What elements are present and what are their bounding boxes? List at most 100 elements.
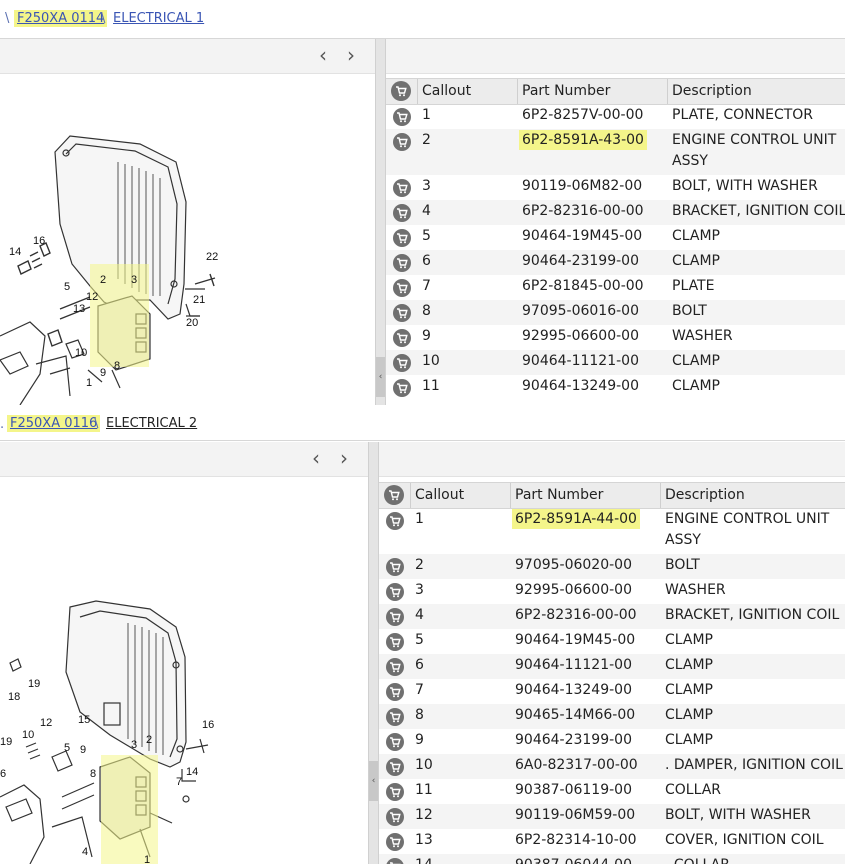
cart-icon[interactable]: [393, 329, 411, 347]
header-part-number[interactable]: Part Number: [515, 487, 603, 503]
cart-icon[interactable]: [386, 658, 404, 676]
part-number[interactable]: 90464-19M45-00: [515, 632, 635, 648]
cart-icon[interactable]: [393, 108, 411, 126]
cart-icon[interactable]: [386, 583, 404, 601]
cart-icon[interactable]: [386, 633, 404, 651]
part-number[interactable]: 90119-06M59-00: [515, 807, 635, 823]
part-number-cell[interactable]: 90119-06M59-00: [515, 807, 635, 823]
part-number-cell[interactable]: 6P2-82316-00-00: [522, 203, 644, 219]
cart-icon[interactable]: [393, 179, 411, 197]
cart-icon[interactable]: [386, 558, 404, 576]
table-row[interactable]: 5 90464-19M45-00 CLAMP: [386, 225, 845, 250]
table-row[interactable]: 10 90464-11121-00 CLAMP: [386, 350, 845, 375]
part-number-cell[interactable]: 97095-06016-00: [522, 303, 639, 319]
cart-icon[interactable]: [391, 81, 411, 101]
table-row[interactable]: 4 6P2-82316-00-00 BRACKET, IGNITION COIL: [386, 200, 845, 225]
parts-diagram[interactable]: 16 14 5 1213 2 3 22 21 20 10 1 98: [0, 74, 375, 405]
table-row[interactable]: 2 6P2-8591A-43-00 ENGINE CONTROL UNIT ASSY: [386, 129, 845, 175]
chevron-left-icon[interactable]: ‹: [306, 448, 326, 470]
part-number[interactable]: 97095-06016-00: [522, 303, 639, 319]
table-row[interactable]: 9 90464-23199-00 CLAMP: [379, 729, 845, 754]
table-row[interactable]: 14 90387-06044-00 . COLLAR: [379, 854, 845, 864]
part-number-cell[interactable]: 90464-23199-00: [515, 732, 632, 748]
table-row[interactable]: 2 97095-06020-00 BOLT: [379, 554, 845, 579]
table-row[interactable]: 4 6P2-82316-00-00 BRACKET, IGNITION COIL: [379, 604, 845, 629]
collapse-arrow-icon[interactable]: ‹: [376, 357, 385, 397]
table-row[interactable]: 7 6P2-81845-00-00 PLATE: [386, 275, 845, 300]
header-part-number[interactable]: Part Number: [522, 83, 610, 99]
part-number-cell[interactable]: 92995-06600-00: [515, 582, 632, 598]
part-number-cell[interactable]: 90464-19M45-00: [515, 632, 635, 648]
part-number[interactable]: 90465-14M66-00: [515, 707, 635, 723]
part-number-cell[interactable]: 90464-13249-00: [515, 682, 632, 698]
part-number[interactable]: 90464-19M45-00: [522, 228, 642, 244]
cart-icon[interactable]: [393, 204, 411, 222]
breadcrumb-page-link[interactable]: ELECTRICAL 1: [113, 11, 204, 26]
collapse-arrow-icon[interactable]: ‹: [369, 761, 378, 801]
cart-icon[interactable]: [384, 485, 404, 505]
part-number[interactable]: 90464-13249-00: [515, 682, 632, 698]
part-number-cell[interactable]: 90465-14M66-00: [515, 707, 635, 723]
table-row[interactable]: 11 90464-13249-00 CLAMP: [386, 375, 845, 400]
table-row[interactable]: 3 90119-06M82-00 BOLT, WITH WASHER: [386, 175, 845, 200]
part-number[interactable]: 6P2-82314-10-00: [515, 832, 637, 848]
cart-icon[interactable]: [386, 733, 404, 751]
table-row[interactable]: 5 90464-19M45-00 CLAMP: [379, 629, 845, 654]
breadcrumb-model-link[interactable]: F250XA 0116: [7, 415, 101, 432]
part-number-cell[interactable]: 6P2-81845-00-00: [522, 278, 644, 294]
table-row[interactable]: 11 90387-06119-00 COLLAR: [379, 779, 845, 804]
cart-icon[interactable]: [386, 808, 404, 826]
part-number[interactable]: 6P2-8591A-44-00: [512, 509, 640, 529]
table-row[interactable]: 6 90464-11121-00 CLAMP: [379, 654, 845, 679]
table-row[interactable]: 9 92995-06600-00 WASHER: [386, 325, 845, 350]
chevron-left-icon[interactable]: ‹: [313, 45, 333, 67]
table-row[interactable]: 6 90464-23199-00 CLAMP: [386, 250, 845, 275]
part-number[interactable]: 6P2-8257V-00-00: [522, 107, 643, 123]
breadcrumb-model-link[interactable]: F250XA 0114: [14, 10, 108, 27]
cart-icon[interactable]: [386, 783, 404, 801]
chevron-right-icon[interactable]: ›: [334, 448, 354, 470]
part-number[interactable]: 6P2-82316-00-00: [522, 203, 644, 219]
header-description[interactable]: Description: [672, 83, 752, 99]
table-row[interactable]: 10 6A0-82317-00-00 . DAMPER, IGNITION COIL: [379, 754, 845, 779]
table-row[interactable]: 8 97095-06016-00 BOLT: [386, 300, 845, 325]
part-number-cell[interactable]: 90387-06119-00: [515, 782, 632, 798]
part-number[interactable]: 90464-11121-00: [522, 353, 639, 369]
table-row[interactable]: 12 90119-06M59-00 BOLT, WITH WASHER: [379, 804, 845, 829]
cart-icon[interactable]: [386, 833, 404, 851]
part-number[interactable]: 90464-23199-00: [522, 253, 639, 269]
part-number[interactable]: 6P2-82316-00-00: [515, 607, 637, 623]
header-description[interactable]: Description: [665, 487, 745, 503]
part-number-cell[interactable]: 90464-13249-00: [522, 378, 639, 394]
part-number-cell[interactable]: 6P2-8591A-44-00: [512, 509, 640, 529]
part-number[interactable]: 90119-06M82-00: [522, 178, 642, 194]
table-row[interactable]: 1 6P2-8257V-00-00 PLATE, CONNECTOR: [386, 104, 845, 129]
part-number[interactable]: 90387-06044-00: [515, 857, 632, 864]
table-row[interactable]: 3 92995-06600-00 WASHER: [379, 579, 845, 604]
part-number-cell[interactable]: 90387-06044-00: [515, 857, 632, 864]
cart-icon[interactable]: [393, 354, 411, 372]
table-row[interactable]: 8 90465-14M66-00 CLAMP: [379, 704, 845, 729]
cart-icon[interactable]: [393, 133, 411, 151]
part-number[interactable]: 90464-23199-00: [515, 732, 632, 748]
part-number-cell[interactable]: 90464-11121-00: [522, 353, 639, 369]
part-number-cell[interactable]: 92995-06600-00: [522, 328, 639, 344]
pane-splitter[interactable]: [375, 39, 386, 405]
header-callout[interactable]: Callout: [415, 487, 464, 503]
part-number-cell[interactable]: 90464-19M45-00: [522, 228, 642, 244]
cart-icon[interactable]: [393, 254, 411, 272]
cart-icon[interactable]: [386, 708, 404, 726]
part-number-cell[interactable]: 6P2-8257V-00-00: [522, 107, 643, 123]
part-number[interactable]: 6P2-81845-00-00: [522, 278, 644, 294]
part-number[interactable]: 92995-06600-00: [515, 582, 632, 598]
cart-icon[interactable]: [386, 858, 404, 864]
cart-icon[interactable]: [386, 758, 404, 776]
part-number[interactable]: 97095-06020-00: [515, 557, 632, 573]
part-number[interactable]: 92995-06600-00: [522, 328, 639, 344]
part-number[interactable]: 6P2-8591A-43-00: [519, 130, 647, 150]
table-row[interactable]: 1 6P2-8591A-44-00 ENGINE CONTROL UNIT ASSY: [379, 508, 845, 554]
part-number-cell[interactable]: 90464-11121-00: [515, 657, 632, 673]
part-number-cell[interactable]: 6P2-8591A-43-00: [519, 130, 647, 150]
parts-diagram[interactable]: 19 18 15 16 12 10 19 5 9 3 2 8 14 7 6 4 1: [0, 477, 368, 864]
part-number-cell[interactable]: 90119-06M82-00: [522, 178, 642, 194]
